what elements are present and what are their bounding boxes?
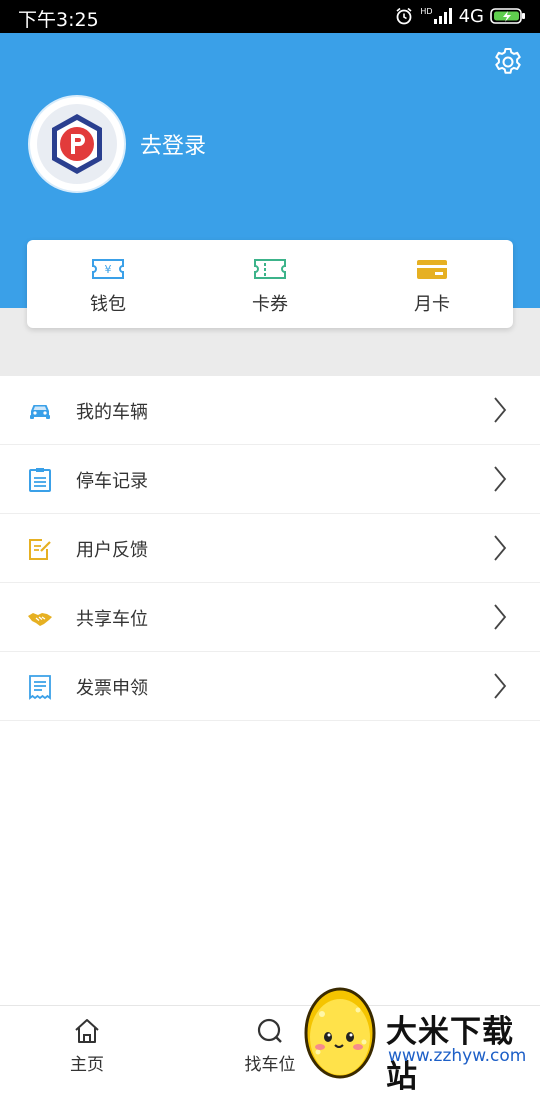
hd-badge: HD bbox=[420, 6, 433, 16]
wallet-icon: ¥ bbox=[92, 259, 124, 279]
network-type: 4G bbox=[458, 5, 484, 27]
tab-label: 找车位 bbox=[244, 1055, 296, 1075]
chevron-right-icon bbox=[494, 535, 507, 561]
wallet-label: 钱包 bbox=[90, 294, 126, 315]
car-icon bbox=[30, 405, 50, 419]
clipboard-icon bbox=[29, 468, 51, 492]
menu-label: 共享车位 bbox=[76, 609, 148, 630]
monthly-card-button[interactable]: 月卡 bbox=[351, 240, 513, 328]
status-bar: 下午3:25 HD 4G bbox=[0, 0, 540, 33]
chevron-right-icon bbox=[494, 604, 507, 630]
signal-icon bbox=[433, 8, 452, 24]
rice-mascot-icon bbox=[304, 987, 376, 1079]
card-icon bbox=[417, 260, 447, 279]
chevron-right-icon bbox=[494, 466, 507, 492]
wallet-card: ¥ 钱包 卡券 月卡 bbox=[27, 240, 513, 328]
status-time: 下午3:25 bbox=[18, 9, 99, 31]
avatar[interactable] bbox=[28, 95, 126, 193]
alarm-icon bbox=[396, 7, 412, 25]
parking-logo-icon bbox=[37, 104, 117, 184]
wallet-button[interactable]: ¥ 钱包 bbox=[27, 240, 189, 328]
menu-item-invoice[interactable]: 发票申领 bbox=[0, 652, 540, 721]
battery-icon bbox=[490, 8, 525, 24]
menu-list: 我的车辆 停车记录 用户反馈 共享车位 发票申领 bbox=[0, 376, 540, 721]
watermark: 大米下载站 www.zzhyw.com bbox=[292, 982, 540, 1095]
menu-item-feedback[interactable]: 用户反馈 bbox=[0, 514, 540, 583]
chevron-right-icon bbox=[494, 673, 507, 699]
menu-item-parking-records[interactable]: 停车记录 bbox=[0, 445, 540, 514]
menu-item-my-vehicles[interactable]: 我的车辆 bbox=[0, 376, 540, 445]
login-link[interactable]: 去登录 bbox=[140, 128, 206, 160]
watermark-url: www.zzhyw.com bbox=[388, 1046, 527, 1066]
menu-label: 用户反馈 bbox=[76, 540, 148, 561]
receipt-icon bbox=[29, 675, 51, 700]
coupon-button[interactable]: 卡券 bbox=[189, 240, 351, 328]
home-icon bbox=[75, 1019, 99, 1043]
menu-label: 发票申领 bbox=[76, 678, 148, 699]
tab-home[interactable]: 主页 bbox=[32, 1006, 142, 1081]
edit-note-icon bbox=[29, 539, 51, 560]
svg-text:¥: ¥ bbox=[105, 263, 112, 276]
monthly-card-label: 月卡 bbox=[414, 294, 450, 315]
search-icon bbox=[257, 1018, 282, 1043]
handshake-icon bbox=[28, 613, 52, 626]
menu-label: 我的车辆 bbox=[76, 402, 148, 423]
ticket-icon bbox=[254, 259, 286, 279]
status-icons: HD 4G bbox=[394, 4, 526, 28]
menu-label: 停车记录 bbox=[76, 471, 148, 492]
settings-gear-icon[interactable] bbox=[492, 46, 524, 78]
chevron-right-icon bbox=[494, 397, 507, 423]
menu-item-shared-parking[interactable]: 共享车位 bbox=[0, 583, 540, 652]
tab-label: 主页 bbox=[70, 1055, 104, 1075]
coupon-label: 卡券 bbox=[252, 294, 288, 315]
